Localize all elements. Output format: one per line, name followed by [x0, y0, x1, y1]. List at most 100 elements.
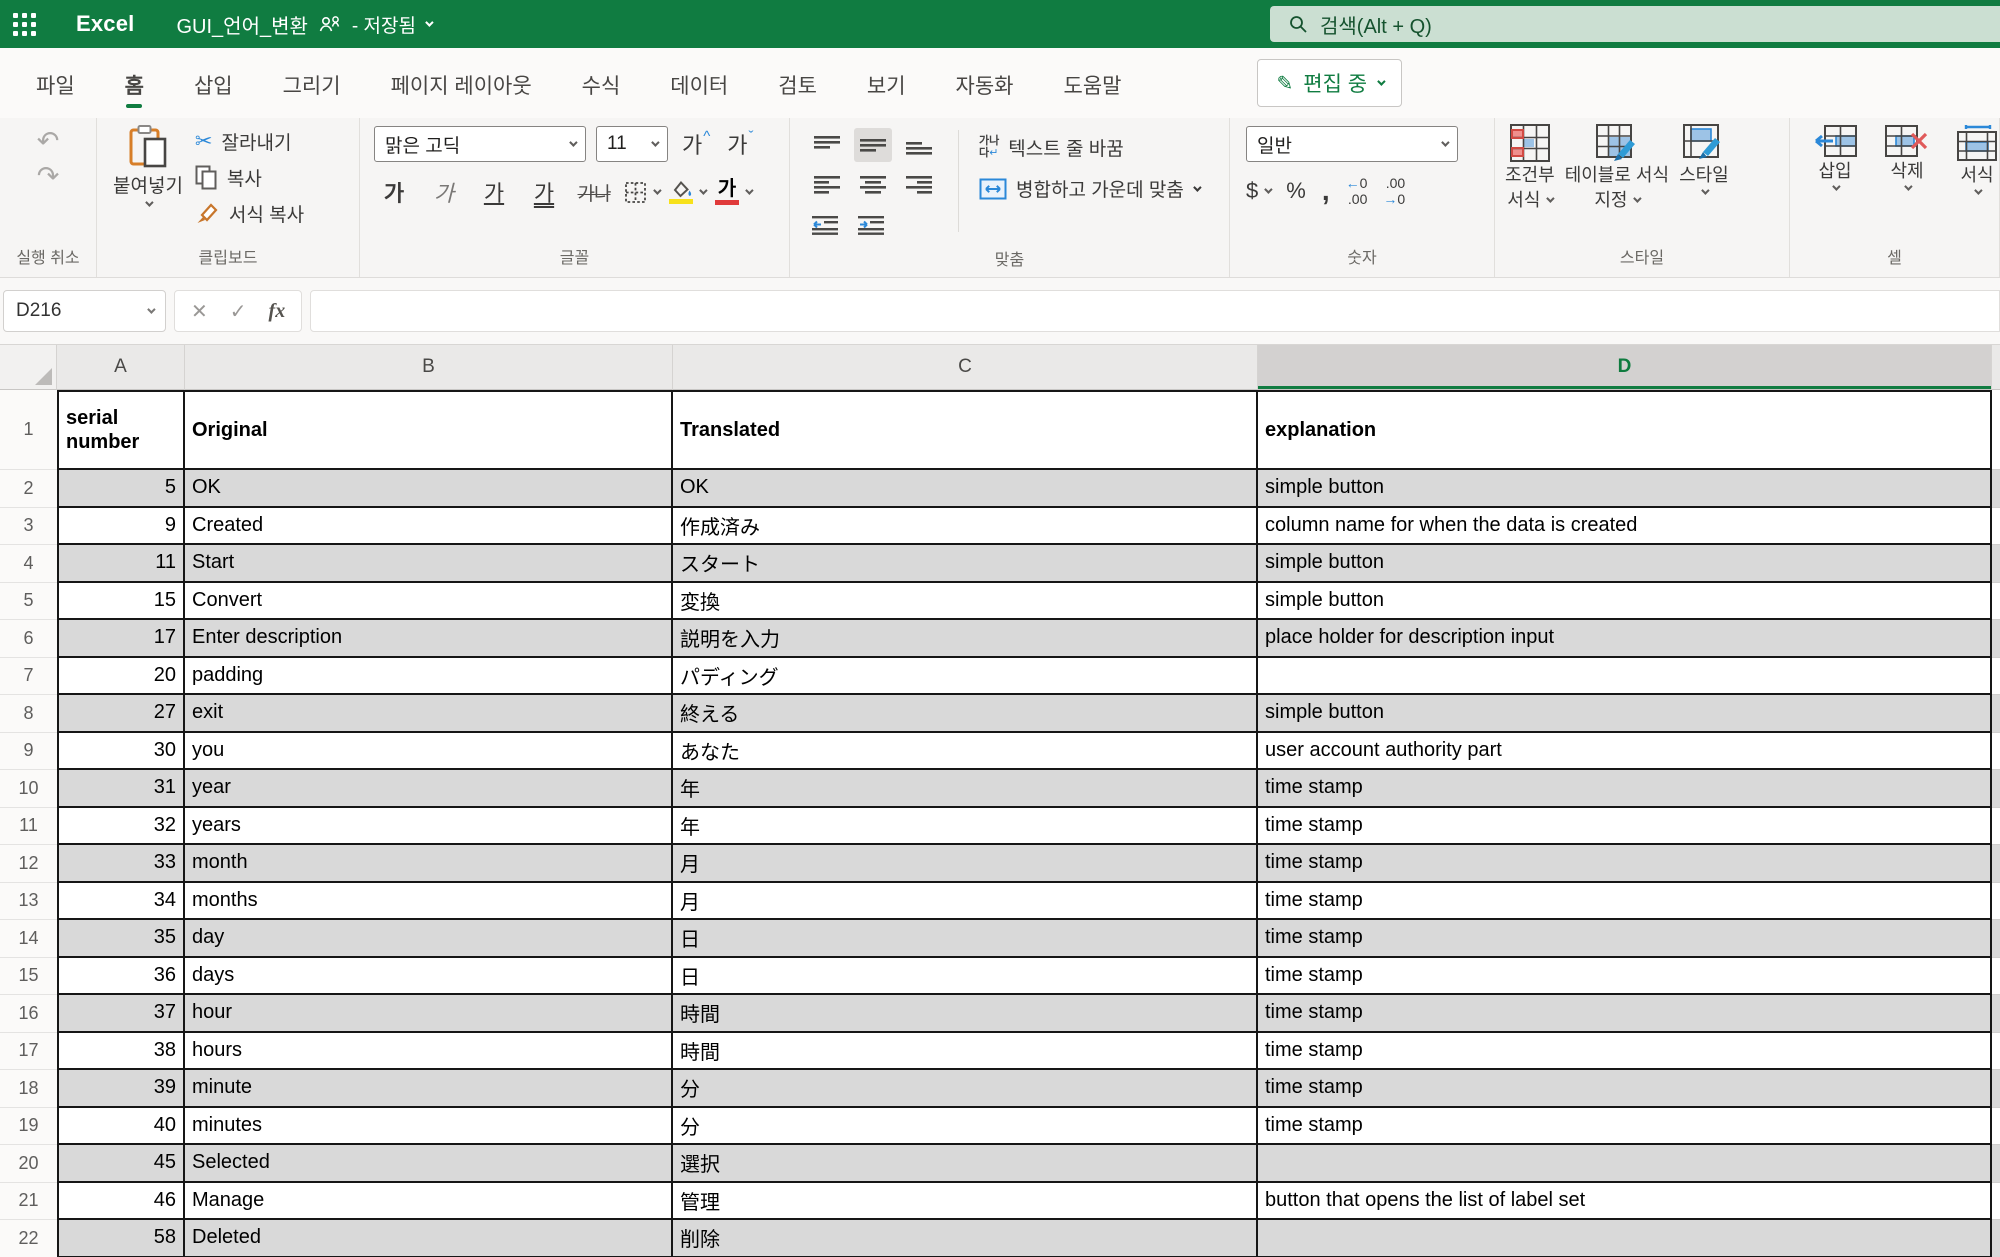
tab-view[interactable]: 보기	[865, 52, 908, 114]
row-header-9[interactable]: 9	[0, 733, 57, 771]
cell-e17-partial[interactable]	[1992, 1033, 2000, 1071]
row-header-6[interactable]: 6	[0, 620, 57, 658]
underline-button[interactable]: 가	[474, 174, 514, 210]
cell-e14-partial[interactable]	[1992, 920, 2000, 958]
row-header-19[interactable]: 19	[0, 1108, 57, 1146]
cell-a5[interactable]: 15	[57, 583, 185, 621]
format-painter-button[interactable]: 서식 복사	[195, 200, 304, 227]
strikethrough-button[interactable]: 가나	[574, 174, 614, 210]
cell-d2[interactable]: simple button	[1258, 470, 1992, 508]
cell-a2[interactable]: 5	[57, 470, 185, 508]
cell-b2[interactable]: OK	[185, 470, 673, 508]
cell-a19[interactable]: 40	[57, 1108, 185, 1146]
cell-d5[interactable]: simple button	[1258, 583, 1992, 621]
cell-c21[interactable]: 管理	[673, 1183, 1258, 1221]
decrease-decimal-button[interactable]: .00 →0	[1383, 175, 1405, 207]
row-header-11[interactable]: 11	[0, 808, 57, 846]
align-center-button[interactable]	[854, 168, 892, 202]
row-header-12[interactable]: 12	[0, 845, 57, 883]
cell-e11-partial[interactable]	[1992, 808, 2000, 846]
cell-a12[interactable]: 33	[57, 845, 185, 883]
tab-file[interactable]: 파일	[34, 52, 77, 114]
cell-c18[interactable]: 分	[673, 1070, 1258, 1108]
cell-d1[interactable]: explanation	[1258, 390, 1992, 470]
comma-format-button[interactable]: ,	[1322, 175, 1330, 207]
cell-d10[interactable]: time stamp	[1258, 770, 1992, 808]
cell-c4[interactable]: スタート	[673, 545, 1258, 583]
cell-e9-partial[interactable]	[1992, 733, 2000, 771]
cell-a7[interactable]: 20	[57, 658, 185, 696]
cell-a4[interactable]: 11	[57, 545, 185, 583]
cell-e15-partial[interactable]	[1992, 958, 2000, 996]
cell-d21[interactable]: button that opens the list of label set	[1258, 1183, 1992, 1221]
column-header-d[interactable]: D	[1258, 345, 1992, 390]
cell-e20-partial[interactable]	[1992, 1145, 2000, 1183]
cell-b7[interactable]: padding	[185, 658, 673, 696]
cell-c8[interactable]: 終える	[673, 695, 1258, 733]
cell-e22-partial[interactable]	[1992, 1220, 2000, 1257]
number-format-select[interactable]: 일반	[1246, 126, 1458, 162]
cell-e4-partial[interactable]	[1992, 545, 2000, 583]
tab-help[interactable]: 도움말	[1062, 52, 1124, 114]
cell-d7[interactable]	[1258, 658, 1992, 696]
cell-e8-partial[interactable]	[1992, 695, 2000, 733]
paste-button[interactable]: 붙여넣기	[113, 124, 183, 240]
font-size-select[interactable]: 11	[596, 126, 668, 162]
align-left-button[interactable]	[808, 168, 846, 202]
cell-d20[interactable]	[1258, 1145, 1992, 1183]
cell-b19[interactable]: minutes	[185, 1108, 673, 1146]
tab-review[interactable]: 검토	[776, 52, 819, 114]
cell-c9[interactable]: あなた	[673, 733, 1258, 771]
cell-b1[interactable]: Original	[185, 390, 673, 470]
fill-color-button[interactable]	[669, 180, 705, 204]
cell-a9[interactable]: 30	[57, 733, 185, 771]
shrink-font-button[interactable]: 가ˇ	[723, 128, 756, 160]
cell-d6[interactable]: place holder for description input	[1258, 620, 1992, 658]
bold-button[interactable]: 가	[374, 174, 414, 210]
cell-d9[interactable]: user account authority part	[1258, 733, 1992, 771]
row-header-14[interactable]: 14	[0, 920, 57, 958]
editing-mode-button[interactable]: ✎ 편집 중	[1257, 59, 1402, 107]
cell-b13[interactable]: months	[185, 883, 673, 921]
cell-b5[interactable]: Convert	[185, 583, 673, 621]
row-header-21[interactable]: 21	[0, 1183, 57, 1221]
cell-a22[interactable]: 58	[57, 1220, 185, 1257]
cell-e1-partial[interactable]	[1992, 390, 2000, 470]
file-name[interactable]: GUI_언어_변환	[177, 10, 308, 39]
name-box[interactable]: D216	[3, 290, 166, 332]
cell-e18-partial[interactable]	[1992, 1070, 2000, 1108]
row-header-7[interactable]: 7	[0, 658, 57, 696]
format-as-table-button[interactable]: 테이블로 서식 지정	[1565, 124, 1669, 240]
app-title[interactable]: Excel	[76, 11, 135, 37]
cell-e13-partial[interactable]	[1992, 883, 2000, 921]
wrap-text-button[interactable]: 가나 다↵ 텍스트 줄 바꿈	[979, 134, 1199, 161]
cell-b11[interactable]: years	[185, 808, 673, 846]
cell-b17[interactable]: hours	[185, 1033, 673, 1071]
insert-cells-button[interactable]: 삽입	[1812, 124, 1858, 240]
cell-b3[interactable]: Created	[185, 508, 673, 546]
cell-b15[interactable]: days	[185, 958, 673, 996]
tab-automate[interactable]: 자동화	[954, 52, 1016, 114]
copy-button[interactable]: 복사	[195, 164, 304, 191]
currency-format-button[interactable]: $	[1246, 178, 1270, 204]
cell-b16[interactable]: hour	[185, 995, 673, 1033]
cell-d22[interactable]	[1258, 1220, 1992, 1257]
row-header-4[interactable]: 4	[0, 545, 57, 583]
font-color-button[interactable]: 가	[715, 179, 751, 205]
cancel-icon[interactable]: ✕	[191, 299, 208, 324]
cell-c6[interactable]: 説明を入力	[673, 620, 1258, 658]
row-header-17[interactable]: 17	[0, 1033, 57, 1071]
cell-c17[interactable]: 時間	[673, 1033, 1258, 1071]
cell-a10[interactable]: 31	[57, 770, 185, 808]
cell-d11[interactable]: time stamp	[1258, 808, 1992, 846]
cell-d18[interactable]: time stamp	[1258, 1070, 1992, 1108]
cell-c15[interactable]: 日	[673, 958, 1258, 996]
cell-d8[interactable]: simple button	[1258, 695, 1992, 733]
cell-e2-partial[interactable]	[1992, 470, 2000, 508]
cell-c22[interactable]: 削除	[673, 1220, 1258, 1257]
cell-b12[interactable]: month	[185, 845, 673, 883]
search-box[interactable]: 검색(Alt + Q)	[1270, 6, 2000, 42]
cell-c3[interactable]: 作成済み	[673, 508, 1258, 546]
row-header-3[interactable]: 3	[0, 508, 57, 546]
cell-b6[interactable]: Enter description	[185, 620, 673, 658]
